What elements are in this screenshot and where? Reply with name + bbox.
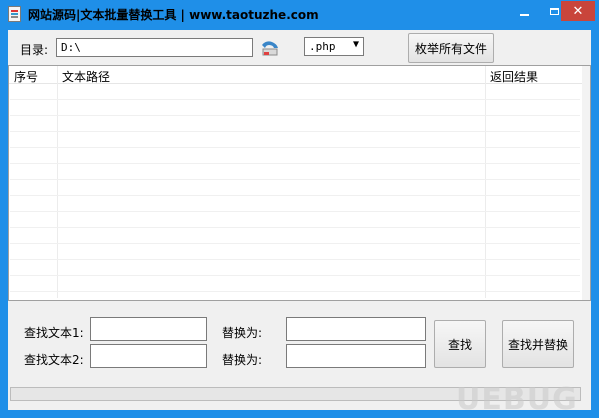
minimize-button[interactable] bbox=[510, 1, 539, 21]
row-divider bbox=[10, 275, 580, 276]
row-divider bbox=[10, 227, 580, 228]
replace-2-input[interactable] bbox=[286, 344, 426, 368]
column-header-index[interactable]: 序号 bbox=[14, 68, 38, 85]
minimize-icon bbox=[520, 14, 529, 16]
main-panel: 目录: D:\ .php ▼ 枚举所有文件 序号 文本路径 返回结果 查找文本1… bbox=[8, 30, 591, 417]
find-text-1-label: 查找文本1: bbox=[24, 326, 84, 340]
find-button[interactable]: 查找 bbox=[434, 320, 486, 368]
app-window: 网站源码|文本批量替换工具 | www.taotuzhe.com ✕ 目录: D… bbox=[0, 0, 599, 418]
chevron-down-icon: ▼ bbox=[352, 39, 359, 50]
replace-2-label: 替换为: bbox=[222, 353, 263, 367]
row-divider bbox=[10, 99, 580, 100]
file-list[interactable]: 序号 文本路径 返回结果 bbox=[8, 65, 591, 301]
maximize-icon bbox=[550, 7, 559, 15]
close-button[interactable]: ✕ bbox=[561, 1, 595, 21]
row-divider bbox=[10, 163, 580, 164]
find-text-2-input[interactable] bbox=[90, 344, 207, 368]
find-text-1-input[interactable] bbox=[90, 317, 207, 341]
window-title: 网站源码|文本批量替换工具 | www.taotuzhe.com bbox=[28, 8, 319, 22]
row-divider bbox=[10, 243, 580, 244]
title-bar[interactable]: 网站源码|文本批量替换工具 | www.taotuzhe.com ✕ bbox=[0, 0, 599, 28]
enumerate-files-button[interactable]: 枚举所有文件 bbox=[408, 33, 494, 63]
app-icon bbox=[8, 6, 21, 22]
row-divider bbox=[10, 179, 580, 180]
folder-browse-button[interactable] bbox=[260, 39, 280, 57]
column-divider bbox=[57, 66, 58, 298]
row-divider bbox=[10, 291, 580, 292]
replace-1-label: 替换为: bbox=[222, 326, 263, 340]
directory-input[interactable]: D:\ bbox=[56, 38, 253, 57]
folder-browse-icon bbox=[262, 41, 278, 56]
find-and-replace-button[interactable]: 查找并替换 bbox=[502, 320, 574, 368]
extension-value: .php bbox=[309, 40, 336, 53]
row-divider bbox=[10, 259, 580, 260]
replace-1-input[interactable] bbox=[286, 317, 426, 341]
find-text-2-label: 查找文本2: bbox=[24, 353, 84, 367]
watermark-logo: UEBUG bbox=[456, 382, 578, 417]
list-scrollbar[interactable] bbox=[582, 66, 590, 300]
directory-label: 目录: bbox=[20, 43, 49, 57]
column-divider bbox=[485, 66, 486, 298]
column-header-path[interactable]: 文本路径 bbox=[62, 68, 110, 85]
row-divider bbox=[10, 115, 580, 116]
column-header-result[interactable]: 返回结果 bbox=[490, 68, 538, 85]
row-divider bbox=[10, 211, 580, 212]
row-divider bbox=[10, 131, 580, 132]
extension-select[interactable]: .php ▼ bbox=[304, 37, 364, 56]
row-divider bbox=[10, 195, 580, 196]
list-header: 序号 文本路径 返回结果 bbox=[9, 66, 590, 84]
row-divider bbox=[10, 147, 580, 148]
close-icon: ✕ bbox=[572, 3, 584, 19]
